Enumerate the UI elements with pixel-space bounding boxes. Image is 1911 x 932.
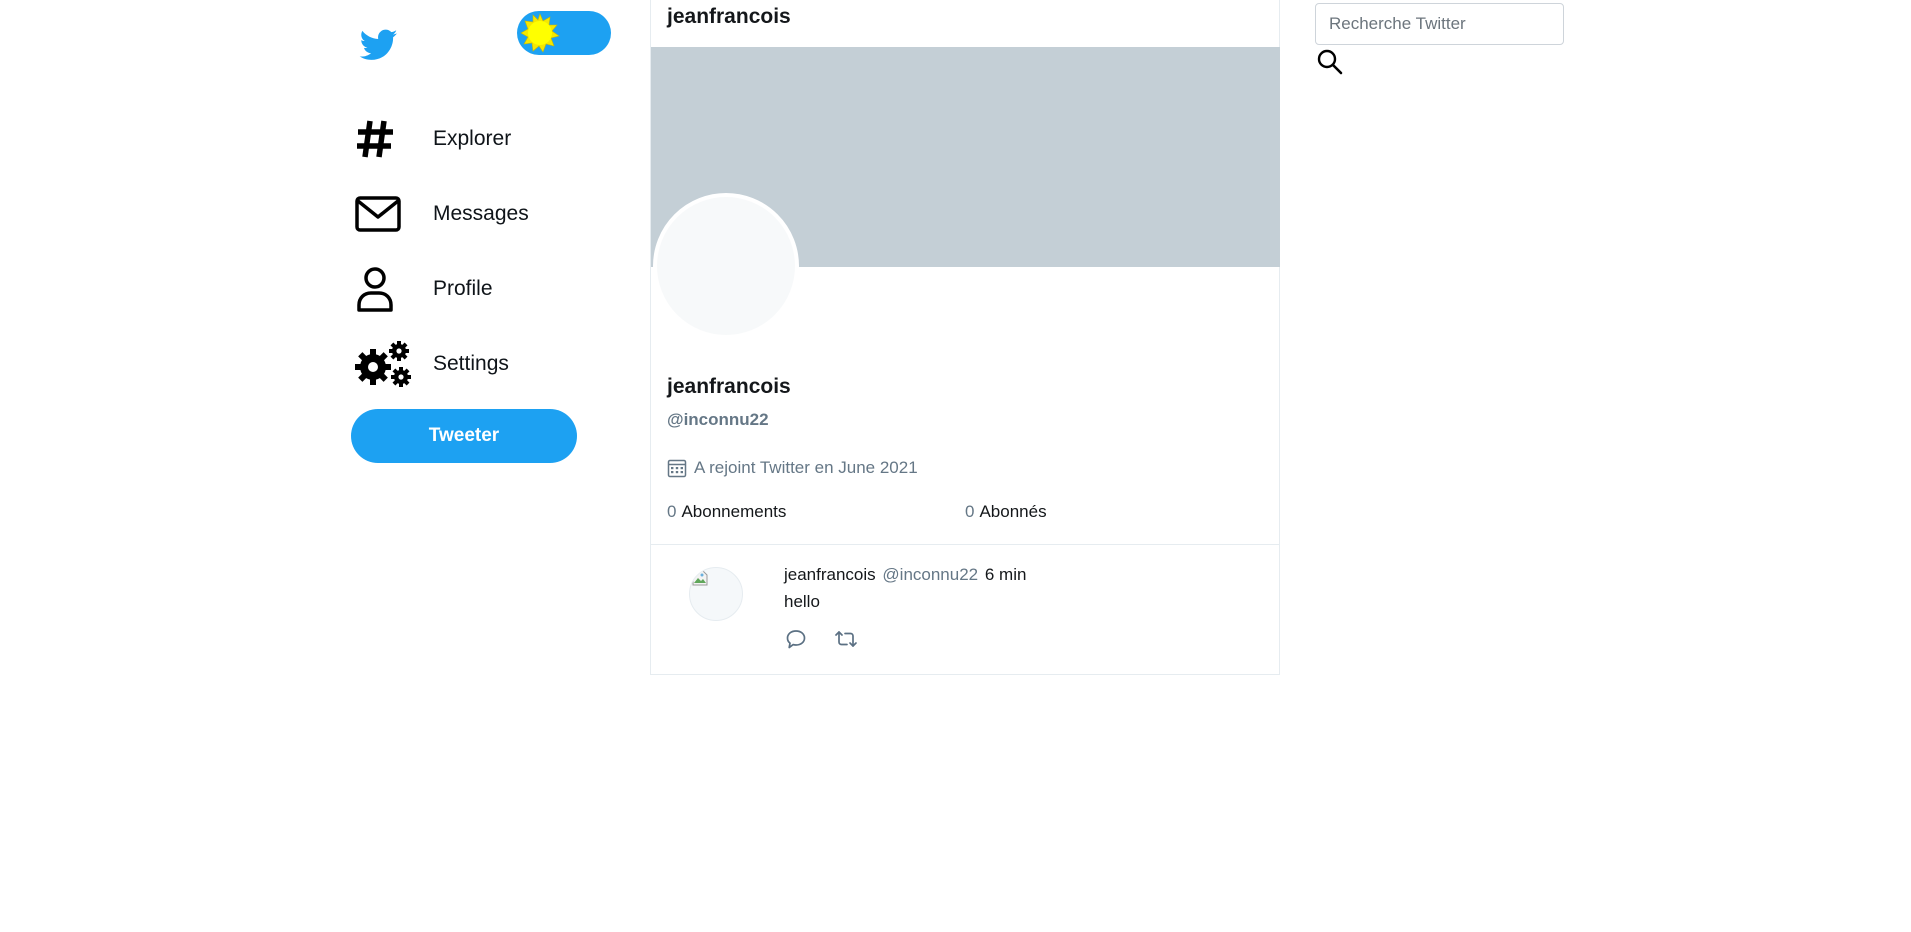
search-input[interactable] [1315, 3, 1564, 45]
sidebar-item-label: Explorer [433, 127, 512, 150]
theme-toggle[interactable] [517, 11, 611, 55]
sidebar-item-explorer[interactable]: Explorer [355, 111, 605, 167]
tweet-item[interactable]: jeanfrancois @inconnu22 6 min hello [651, 545, 1280, 674]
sidebar-item-messages[interactable]: Messages [355, 186, 605, 242]
sun-icon [517, 11, 563, 55]
profile-handle: @inconnu22 [667, 410, 769, 429]
tweet-author-name[interactable]: jeanfrancois [784, 565, 876, 584]
tweet-author-handle[interactable]: @inconnu22 [882, 565, 978, 584]
hashtag-icon [355, 115, 411, 163]
profile-name: jeanfrancois [667, 375, 791, 398]
user-icon [355, 265, 411, 313]
envelope-icon [355, 190, 411, 238]
gears-icon [355, 340, 411, 388]
followers-count: 0 [965, 502, 975, 521]
retweet-icon[interactable] [834, 627, 858, 651]
search-icon[interactable] [1316, 48, 1344, 76]
tweet-avatar[interactable] [689, 567, 743, 621]
page-title: jeanfrancois [667, 5, 791, 28]
following-count: 0 [667, 502, 677, 521]
profile-avatar[interactable] [653, 193, 799, 339]
sidebar-item-label: Messages [433, 202, 529, 225]
sidebar-item-label: Settings [433, 352, 509, 375]
tweet-text: hello [784, 592, 820, 611]
sidebar: Explorer Messages Profile Settings Tweet… [351, 0, 621, 932]
join-date: A rejoint Twitter en June 2021 [667, 458, 918, 478]
join-date-text: A rejoint Twitter en June 2021 [694, 458, 918, 477]
reply-icon[interactable] [784, 627, 808, 651]
followers-label: Abonnés [979, 502, 1047, 521]
tweet-button[interactable]: Tweeter [351, 409, 577, 463]
following-label: Abonnements [681, 502, 787, 521]
profile-column: jeanfrancois jeanfrancois @inconnu22 A r… [650, 0, 1280, 675]
tweet-header: jeanfrancois @inconnu22 6 min [784, 565, 1026, 585]
sidebar-item-label: Profile [433, 277, 493, 300]
tweet-time: 6 min [984, 565, 1027, 584]
tweet-actions [784, 627, 884, 651]
twitter-bird-icon[interactable] [357, 26, 401, 64]
calendar-icon [667, 458, 687, 478]
sidebar-item-settings[interactable]: Settings [355, 336, 605, 392]
sidebar-item-profile[interactable]: Profile [355, 261, 605, 317]
broken-image-icon [692, 570, 708, 586]
followers-link[interactable]: 0 Abonnés [965, 502, 1047, 522]
following-link[interactable]: 0 Abonnements [667, 502, 786, 522]
